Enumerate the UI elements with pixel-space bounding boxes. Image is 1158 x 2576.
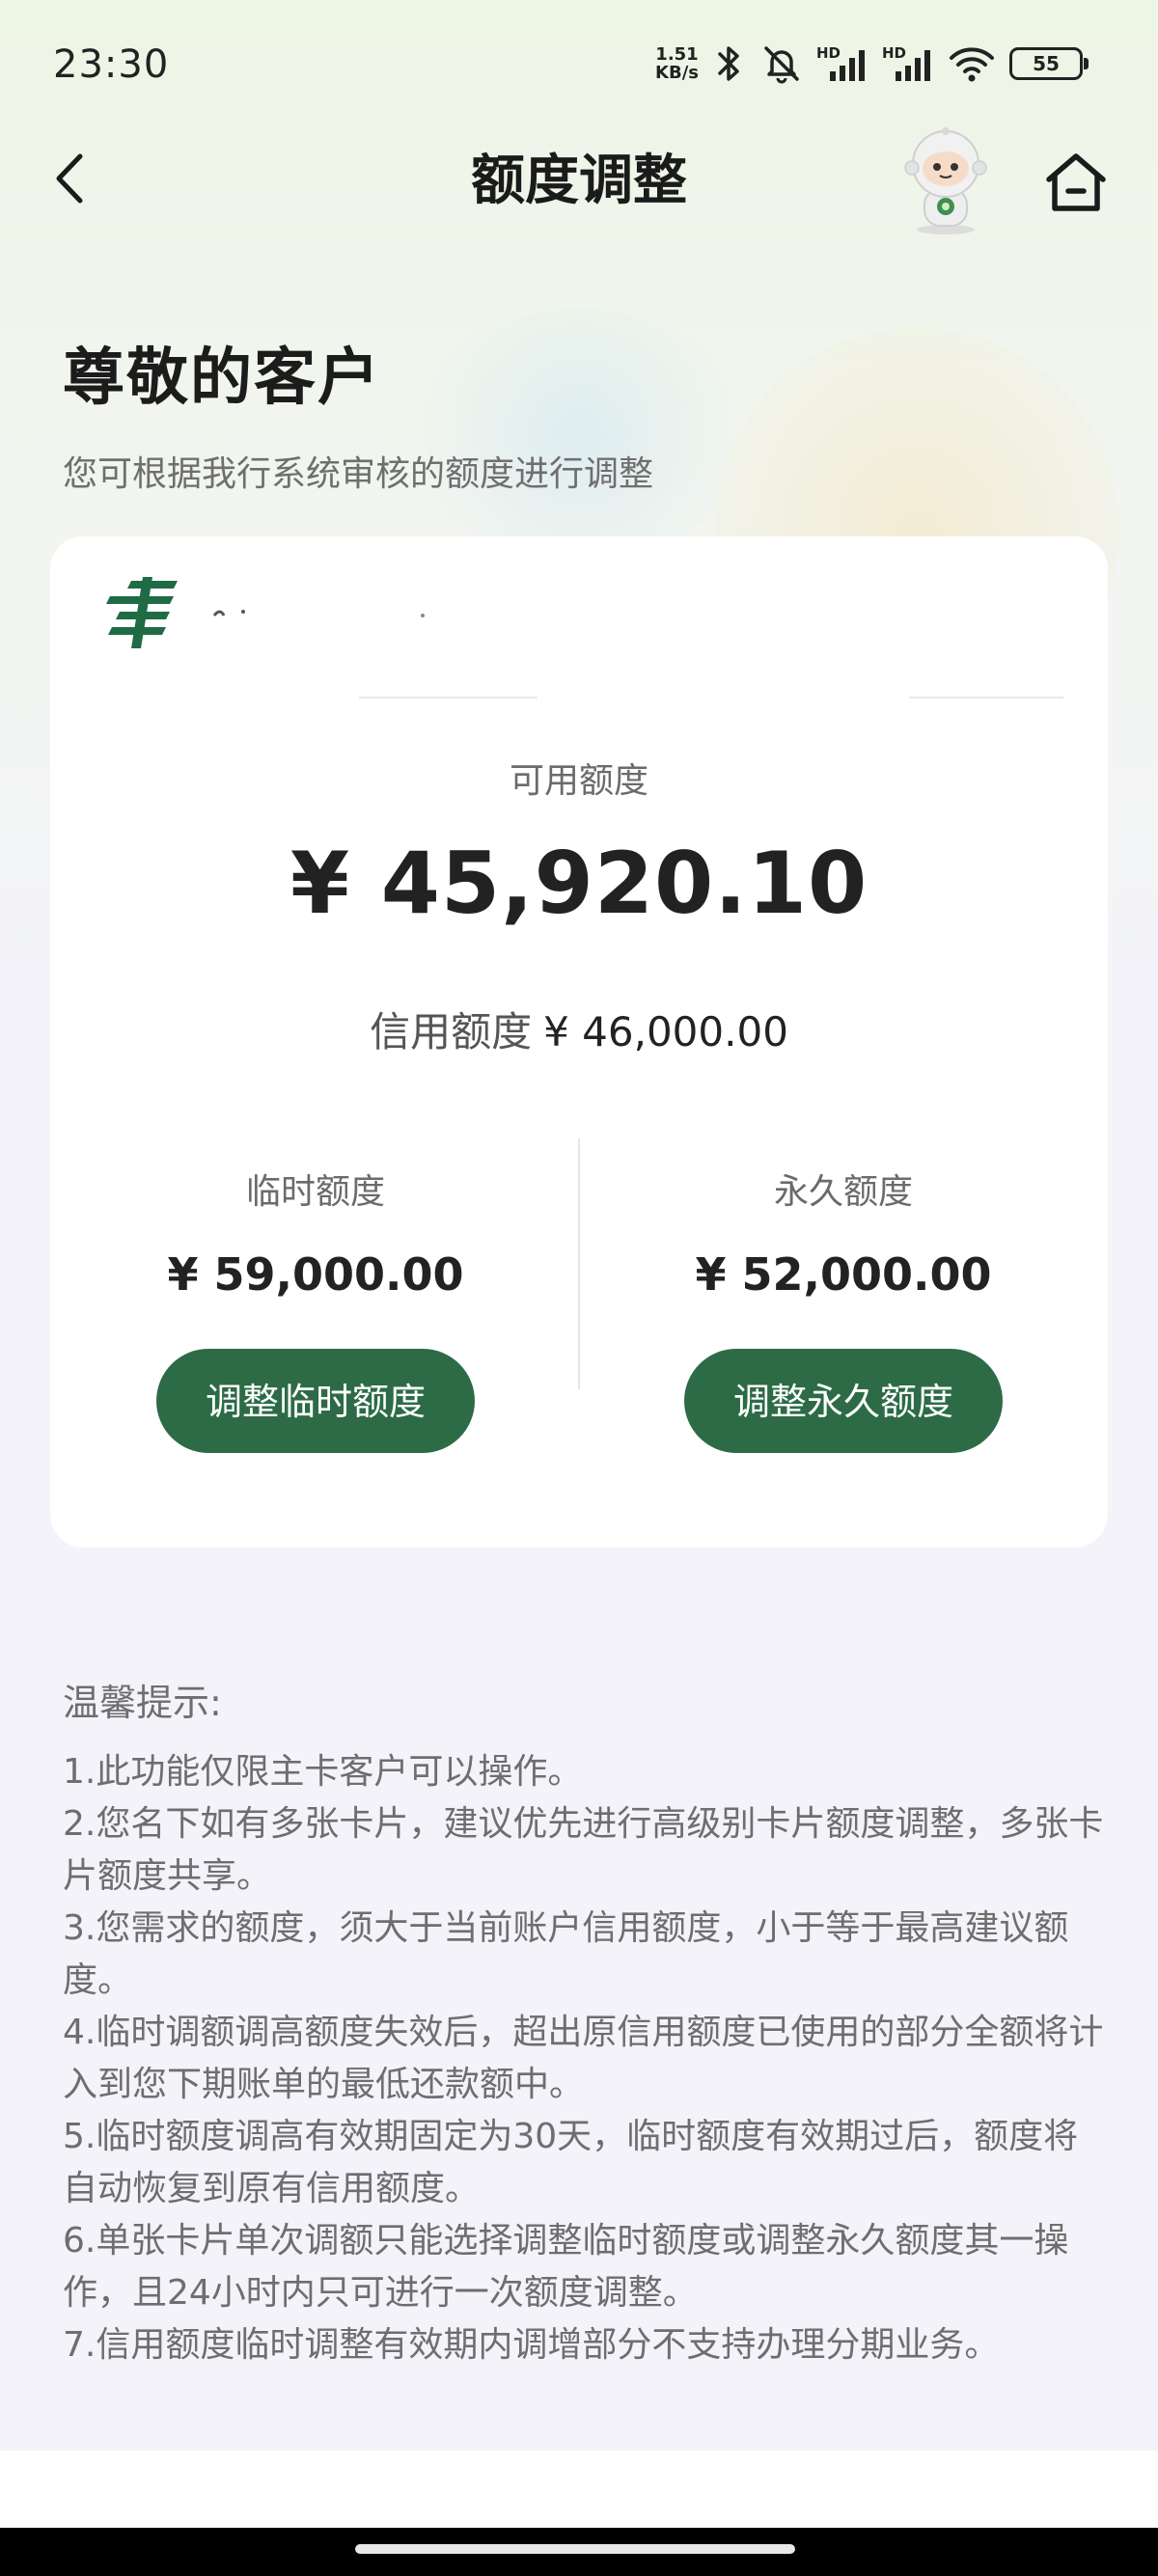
masked-card-number: [212, 610, 425, 617]
tip-item: 5.临时额度调高有效期固定为30天，临时额度有效期过后，额度将自动恢复到原有信用…: [63, 2117, 1079, 2208]
temporary-limit-value: ¥ 59,000.00: [167, 1248, 464, 1301]
available-limit-value: ¥ 45,920.10: [290, 834, 868, 933]
card-divider-left: [359, 697, 538, 699]
credit-limit-label: 信用额度: [370, 1008, 533, 1055]
robot-mascot-icon[interactable]: [893, 125, 999, 236]
system-gesture-bar: [0, 2528, 1158, 2576]
signal-2: HD: [882, 42, 934, 85]
adjust-temporary-limit-button[interactable]: 调整临时额度: [156, 1349, 475, 1453]
bottom-area: [0, 2451, 1158, 2528]
bluetooth-icon: [718, 46, 739, 81]
tip-item: 4.临时调额调高额度失效后，超出原信用额度已使用的部分全额将计入到您下期账单的最…: [63, 2013, 1104, 2104]
mute-bell-icon: [764, 46, 799, 84]
permanent-limit-label: 永久额度: [773, 1172, 913, 1212]
signal-icon: [830, 50, 865, 81]
signal-icon: [896, 50, 930, 81]
tip-item: 3.您需求的额度，须大于当前账户信用额度，小于等于最高建议额度。: [63, 1908, 1069, 2000]
network-speed-value: 1.51: [655, 44, 699, 65]
tip-item: 7.信用额度临时调整有效期内调增部分不支持办理分期业务。: [63, 2325, 1000, 2365]
gesture-handle[interactable]: [355, 2544, 795, 2554]
bank-logo-icon: [106, 577, 178, 648]
temporary-limit-label: 临时额度: [245, 1172, 385, 1212]
permanent-limit-value: ¥ 52,000.00: [695, 1248, 992, 1301]
status-time: 23:30: [53, 42, 170, 87]
column-divider: [578, 1138, 580, 1389]
tip-item: 6.单张卡片单次调额只能选择调整临时额度或调整永久额度其一操作，且24小时内只可…: [63, 2221, 1069, 2313]
decorative-blob: [405, 309, 753, 560]
permanent-limit-section: 永久额度 ¥ 52,000.00 调整永久额度: [650, 1164, 1036, 1453]
network-speed: 1.51 KB/s: [655, 45, 699, 82]
credit-limit-value: ¥ 46,000.00: [543, 1008, 788, 1055]
wifi-icon: [950, 47, 994, 82]
greeting-subtitle: 您可根据我行系统审核的额度进行调整: [63, 454, 654, 494]
chevron-left-icon[interactable]: [43, 145, 101, 212]
available-limit-label: 可用额度: [509, 761, 648, 801]
greeting-title: 尊敬的客户: [63, 343, 381, 414]
tip-item: 1.此功能仅限主卡客户可以操作。: [63, 1752, 583, 1792]
signal-1: HD: [816, 42, 868, 85]
network-speed-unit: KB/s: [655, 63, 699, 83]
page-background: 23:30 1.51 KB/s HD HD 55 额度调整 尊敬的客户 您可根据…: [0, 0, 1158, 2576]
tip-item: 2.您名下如有多张卡片，建议优先进行高级别卡片额度调整，多张卡片额度共享。: [63, 1804, 1104, 1896]
temporary-limit-section: 临时额度 ¥ 59,000.00 调整临时额度: [123, 1164, 509, 1453]
status-icons: 1.51 KB/s HD HD 55: [655, 39, 1089, 89]
card-divider-right: [909, 697, 1063, 699]
status-bar: 23:30 1.51 KB/s HD HD 55: [0, 0, 1158, 125]
battery-indicator: 55: [1009, 47, 1089, 80]
adjust-permanent-limit-button[interactable]: 调整永久额度: [684, 1349, 1003, 1453]
credit-limit-row: 信用额度 ¥ 46,000.00: [50, 1000, 1108, 1058]
home-icon[interactable]: [1037, 145, 1115, 222]
tips-title: 温馨提示:: [63, 1682, 222, 1724]
credit-limit-card: 可用额度 ¥ 45,920.10 信用额度 ¥ 46,000.00 临时额度 ¥ …: [50, 536, 1108, 1548]
tips-section: 温馨提示: 1.此功能仅限主卡客户可以操作。 2.您名下如有多张卡片，建议优先进…: [63, 1677, 1105, 2371]
